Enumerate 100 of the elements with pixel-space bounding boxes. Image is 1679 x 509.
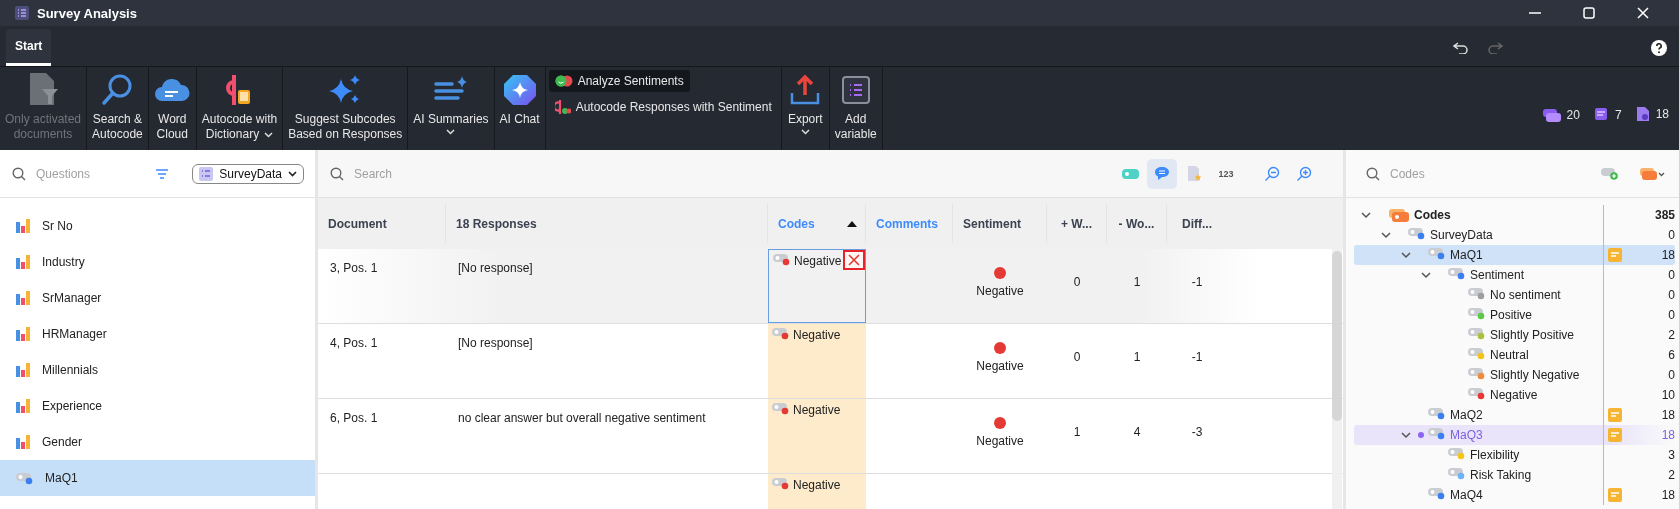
table-row[interactable]: 3, Pos. 1 [No response] Negative Negative 0 1 -1 (318, 249, 1343, 324)
tree-item[interactable]: MaQ3 18 (1354, 425, 1675, 445)
list-icon (840, 75, 871, 105)
redo-icon[interactable] (1487, 42, 1503, 54)
help-icon[interactable] (1651, 40, 1667, 56)
column-header[interactable]: - Wo... (1118, 216, 1155, 231)
undo-icon[interactable] (1453, 42, 1469, 54)
code-label: Codes (1414, 208, 1452, 222)
code-label: MaQ1 (1450, 248, 1484, 262)
question-item[interactable]: MaQ1 (0, 460, 315, 496)
codes-cell[interactable]: Negative (768, 249, 866, 323)
question-item[interactable]: Millennials (0, 352, 315, 388)
code-count: 0 (1667, 308, 1675, 322)
chevron-icon[interactable] (1381, 231, 1391, 239)
ribbon-button[interactable]: Analyze Sentiments (548, 70, 690, 92)
chevron-icon[interactable] (1361, 211, 1371, 219)
question-item[interactable]: Sr No (0, 208, 315, 244)
tree-item[interactable]: Codes 385 (1354, 205, 1675, 225)
close-icon[interactable] (1637, 7, 1649, 19)
codes-cell[interactable]: Negative (768, 324, 866, 398)
search-field[interactable]: Questions (34, 165, 138, 182)
filter-icon[interactable] (156, 168, 169, 179)
search-field[interactable]: Search (352, 165, 456, 182)
chevron-icon (288, 170, 297, 177)
ribbon-button[interactable]: Add variable (829, 67, 883, 150)
document-cell: 3, Pos. 1 (330, 261, 378, 275)
document-cell: 6, Pos. 1 (330, 411, 378, 425)
bar-chart-icon (16, 363, 31, 377)
code-label: Negative (793, 328, 841, 342)
table-row[interactable]: 4, Pos. 1 [No response] Negative Negative 0 1 -1 (318, 324, 1343, 399)
question-item[interactable]: SrManager (0, 280, 315, 316)
numbers-toggle[interactable]: 123 (1211, 158, 1241, 189)
export-icon (789, 73, 822, 107)
new-code-set-icon[interactable] (1639, 166, 1665, 181)
column-header[interactable]: Diff... (1182, 216, 1212, 231)
code-label: MaQ4 (1450, 488, 1484, 502)
chevron-icon[interactable] (1401, 431, 1411, 439)
column-header[interactable]: Sentiment (963, 216, 1021, 231)
code-icon (1468, 367, 1486, 380)
memo-icon[interactable] (1608, 408, 1622, 422)
question-item[interactable]: Industry (0, 244, 315, 280)
sort-ascending-icon[interactable] (846, 220, 857, 227)
memo-icon[interactable] (1608, 248, 1622, 262)
tree-item[interactable]: Positive 0 (1354, 305, 1675, 325)
code-count: 0 (1667, 228, 1675, 242)
column-header[interactable]: 18 Responses (456, 216, 537, 231)
tree-item[interactable]: MaQ1 18 (1354, 245, 1675, 265)
question-label: SrManager (42, 291, 102, 305)
question-item[interactable]: HRManager (0, 316, 315, 352)
memo-icon[interactable] (1608, 428, 1622, 442)
bar-chart-icon (16, 255, 31, 269)
ribbon-button[interactable]: AI Chat (494, 67, 546, 150)
comment-button[interactable] (1147, 158, 1177, 189)
code-count: 18 (1660, 408, 1675, 422)
code-label: Neutral (1490, 348, 1530, 362)
code-set-icon (1388, 207, 1410, 223)
memo-icon[interactable] (1608, 488, 1622, 502)
code-icon (772, 327, 790, 340)
column-header[interactable]: + W... (1061, 216, 1092, 231)
search-field[interactable]: Codes (1388, 165, 1492, 182)
tree-item[interactable]: Sentiment 0 (1354, 265, 1675, 285)
maximize-icon[interactable] (1583, 7, 1595, 19)
difference-cell: -3 (1191, 425, 1203, 439)
dataset-dropdown[interactable]: SurveyData (192, 163, 304, 184)
ribbon-button[interactable]: Autocode Responses with Sentiment (548, 95, 778, 119)
difference-cell: -1 (1191, 350, 1203, 364)
tree-item[interactable]: Flexibility 3 (1354, 445, 1675, 465)
question-item[interactable]: Experience (0, 388, 315, 424)
tree-item[interactable]: Slightly Positive 2 (1354, 325, 1675, 345)
code-label: MaQ3 (1450, 428, 1484, 442)
table-row[interactable]: Negative (318, 474, 1343, 509)
response-cell: [No response] (458, 336, 533, 350)
codes-cell[interactable]: Negative (768, 399, 866, 473)
tree-item[interactable]: Negative 10 (1354, 385, 1675, 405)
tree-item[interactable]: Slightly Negative 0 (1354, 365, 1675, 385)
scrollbar-thumb[interactable] (1332, 251, 1342, 421)
chevron-icon[interactable] (1401, 251, 1411, 259)
column-header[interactable]: Document (328, 216, 387, 231)
new-code-icon[interactable] (1601, 167, 1619, 180)
negative-words-cell: 4 (1133, 425, 1141, 439)
tree-item[interactable]: Neutral 6 (1354, 345, 1675, 365)
dataset-icon (199, 166, 214, 181)
question-label: HRManager (42, 327, 107, 341)
codes-icon (1542, 108, 1561, 122)
code-label: Negative (1490, 388, 1539, 402)
remove-code-button[interactable] (843, 250, 865, 270)
ribbon-tab[interactable]: Start (6, 29, 52, 66)
table-row[interactable]: 6, Pos. 1 no clear answer but overall negative sentiment Negative Negative 1 4 -3 (318, 399, 1343, 474)
chevron-icon[interactable] (1421, 271, 1431, 279)
code-icon (1428, 427, 1446, 440)
tree-item[interactable]: Risk Taking 2 (1354, 465, 1675, 485)
ribbon-button[interactable]: Word Cloud (148, 67, 197, 150)
codes-cell[interactable]: Negative (768, 474, 866, 509)
document-cell: 4, Pos. 1 (330, 336, 378, 350)
response-cell: [No response] (458, 261, 533, 275)
question-item[interactable]: Gender (0, 424, 315, 460)
tree-item[interactable]: MaQ4 18 (1354, 485, 1675, 505)
search-icon (1366, 166, 1380, 181)
question-label: MaQ1 (45, 471, 78, 485)
tree-item[interactable]: No sentiment 0 (1354, 285, 1675, 305)
